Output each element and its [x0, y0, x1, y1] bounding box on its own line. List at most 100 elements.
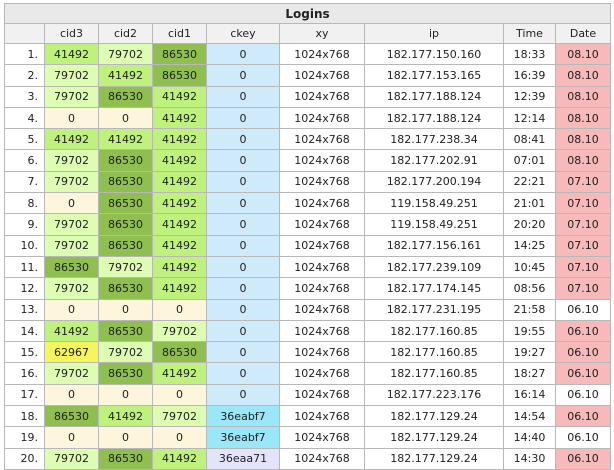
- cid3-cell: 86530: [44, 255, 99, 279]
- table-row[interactable]: 18. 86530 41492 79702 36eabf7 1024x768 182.177…: [4, 405, 611, 428]
- table-row[interactable]: 16. 79702 86530 41492 0 1024x768 182.177.160.8…: [4, 362, 611, 385]
- table-row[interactable]: 5. 41492 41492 41492 0 1024x768 182.177.238.34…: [4, 128, 611, 151]
- table-row[interactable]: 13. 0 0 0 0 1024x768 182.177.231.195 21:58 06.10: [4, 298, 611, 321]
- table-row[interactable]: 4. 0 0 41492 0 1024x768 182.177.188.124 12:14 08…: [4, 106, 611, 130]
- row-index: 15.: [4, 341, 45, 364]
- date-cell: 06.10: [555, 447, 611, 470]
- cid3-cell: 0: [44, 106, 99, 130]
- table-row[interactable]: 6. 79702 86530 41492 0 1024x768 182.177.202.91…: [4, 149, 611, 172]
- cid1-cell: 0: [152, 426, 207, 449]
- ckey-cell: 0: [206, 213, 280, 236]
- time-cell: 18:33: [503, 42, 556, 66]
- cid1-cell: 41492: [152, 106, 207, 130]
- ckey-cell: 0: [206, 277, 280, 300]
- time-cell: 07:01: [503, 149, 556, 172]
- xy-cell: 1024x768: [279, 255, 365, 279]
- ip-cell: 182.177.160.85: [364, 362, 504, 385]
- time-cell: 22:21: [503, 170, 556, 194]
- header-cid1[interactable]: cid1: [152, 23, 207, 44]
- date-cell: 07.10: [555, 277, 611, 300]
- table-row[interactable]: 7. 79702 86530 41492 0 1024x768 182.177.200.19…: [4, 170, 611, 194]
- ip-cell: 182.177.156.161: [364, 234, 504, 257]
- cid3-cell: 0: [44, 298, 99, 321]
- xy-cell: 1024x768: [279, 426, 365, 449]
- time-cell: 10:45: [503, 255, 556, 279]
- cid1-cell: 41492: [152, 85, 207, 108]
- table-row[interactable]: 9. 79702 86530 41492 0 1024x768 119.158.49.251…: [4, 213, 611, 236]
- ip-cell: 119.158.49.251: [364, 192, 504, 215]
- cid3-cell: 41492: [44, 42, 99, 66]
- cid2-cell: 79702: [98, 341, 153, 364]
- header-xy[interactable]: xy: [279, 23, 365, 44]
- header-index: [4, 23, 45, 44]
- cid3-cell: 41492: [44, 319, 99, 343]
- row-index: 10.: [4, 234, 45, 257]
- date-cell: 08.10: [555, 85, 611, 108]
- ckey-cell: 0: [206, 298, 280, 321]
- ckey-cell: 36eabf7: [206, 405, 280, 428]
- cid2-cell: 86530: [98, 85, 153, 108]
- row-index: 19.: [4, 426, 45, 449]
- date-cell: 06.10: [555, 319, 611, 343]
- cid3-cell: 86530: [44, 405, 99, 428]
- table-row[interactable]: 2. 79702 41492 86530 0 1024x768 182.177.153.16…: [4, 64, 611, 87]
- table-row[interactable]: 20. 79702 86530 41492 36eaa71 1024x768 182.177…: [4, 447, 611, 470]
- table-row[interactable]: 19. 0 0 0 36eabf7 1024x768 182.177.129.24 14:40…: [4, 426, 611, 449]
- row-index: 14.: [4, 319, 45, 343]
- header-ip[interactable]: ip: [364, 23, 504, 44]
- header-ckey[interactable]: ckey: [206, 23, 280, 44]
- xy-cell: 1024x768: [279, 447, 365, 470]
- cid2-cell: 86530: [98, 319, 153, 343]
- row-index: 4.: [4, 106, 45, 130]
- table-row[interactable]: 1. 41492 79702 86530 0 1024x768 182.177.150.16…: [4, 42, 611, 66]
- table-row[interactable]: 11. 86530 79702 41492 0 1024x768 182.177.239.1…: [4, 255, 611, 279]
- cid1-cell: 0: [152, 383, 207, 407]
- table-row[interactable]: 8. 0 86530 41492 0 1024x768 119.158.49.251 21:0…: [4, 192, 611, 215]
- date-cell: 08.10: [555, 106, 611, 130]
- cid3-cell: 79702: [44, 362, 99, 385]
- cid3-cell: 79702: [44, 277, 99, 300]
- ckey-cell: 0: [206, 319, 280, 343]
- table-row[interactable]: 10. 79702 86530 41492 0 1024x768 182.177.156.1…: [4, 234, 611, 257]
- xy-cell: 1024x768: [279, 234, 365, 257]
- header-time[interactable]: Time: [503, 23, 556, 44]
- ckey-cell: 0: [206, 362, 280, 385]
- time-cell: 12:39: [503, 85, 556, 108]
- date-cell: 06.10: [555, 298, 611, 321]
- row-index: 12.: [4, 277, 45, 300]
- xy-cell: 1024x768: [279, 319, 365, 343]
- cid3-cell: 79702: [44, 213, 99, 236]
- table-title: Logins: [4, 3, 611, 24]
- table-row[interactable]: 15. 62967 79702 86530 0 1024x768 182.177.160.8…: [4, 341, 611, 364]
- row-index: 13.: [4, 298, 45, 321]
- cid2-cell: 86530: [98, 447, 153, 470]
- ip-cell: 182.177.223.176: [364, 383, 504, 407]
- cid1-cell: 41492: [152, 447, 207, 470]
- cid3-cell: 79702: [44, 447, 99, 470]
- date-cell: 06.10: [555, 405, 611, 428]
- cid1-cell: 41492: [152, 362, 207, 385]
- row-index: 5.: [4, 128, 45, 151]
- logins-panel: Logins cid3 cid2 cid1 ckey xy ip Time Da…: [4, 3, 611, 470]
- date-cell: 06.10: [555, 426, 611, 449]
- table-row[interactable]: 12. 79702 86530 41492 0 1024x768 182.177.174.1…: [4, 277, 611, 300]
- table-row[interactable]: 14. 41492 86530 79702 0 1024x768 182.177.160.8…: [4, 319, 611, 343]
- header-cid2[interactable]: cid2: [98, 23, 153, 44]
- date-cell: 08.10: [555, 128, 611, 151]
- time-cell: 08:41: [503, 128, 556, 151]
- xy-cell: 1024x768: [279, 341, 365, 364]
- header-date[interactable]: Date: [555, 23, 611, 44]
- ip-cell: 182.177.200.194: [364, 170, 504, 194]
- xy-cell: 1024x768: [279, 405, 365, 428]
- row-index: 17.: [4, 383, 45, 407]
- date-cell: 08.10: [555, 64, 611, 87]
- header-cid3[interactable]: cid3: [44, 23, 99, 44]
- ckey-cell: 36eaa71: [206, 447, 280, 470]
- cid2-cell: 0: [98, 426, 153, 449]
- cid1-cell: 41492: [152, 192, 207, 215]
- table-row[interactable]: 17. 0 0 0 0 1024x768 182.177.223.176 16:14 06.10: [4, 383, 611, 407]
- date-cell: 06.10: [555, 341, 611, 364]
- date-cell: 06.10: [555, 362, 611, 385]
- table-row[interactable]: 3. 79702 86530 41492 0 1024x768 182.177.188.12…: [4, 85, 611, 108]
- time-cell: 14:30: [503, 447, 556, 470]
